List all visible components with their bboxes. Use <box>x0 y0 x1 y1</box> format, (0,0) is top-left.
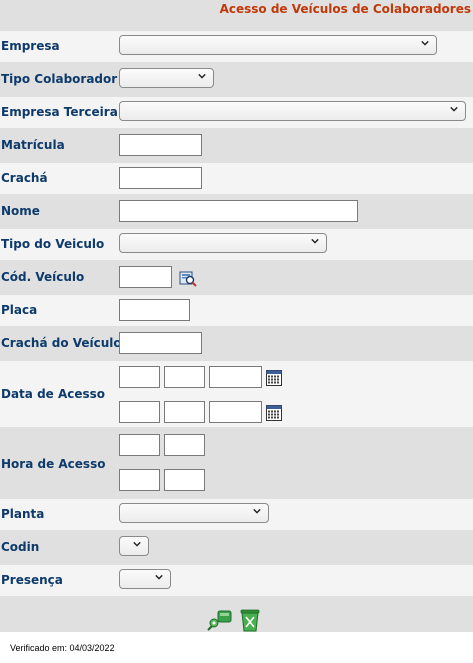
tipo-veiculo-select[interactable] <box>119 233 327 253</box>
hora-fim-hora-input[interactable] <box>119 469 160 491</box>
cod-veiculo-input[interactable] <box>119 266 172 288</box>
row-presenca: Presença <box>0 565 473 596</box>
chevron-down-icon <box>311 238 319 244</box>
hora-fim-minuto-input[interactable] <box>164 469 205 491</box>
row-tipo-colaborador: Tipo Colaborador <box>0 64 473 95</box>
calendar-icon[interactable] <box>266 370 282 386</box>
presenca-select[interactable] <box>119 569 171 589</box>
chevron-down-icon <box>450 106 458 112</box>
trash-icon[interactable] <box>238 608 262 632</box>
empresa-terceira-select[interactable] <box>119 101 466 121</box>
data-fim-ano-input[interactable] <box>209 401 262 423</box>
hora-inicio-hora-input[interactable] <box>119 434 160 456</box>
hora-acesso-label: Hora de Acesso <box>1 457 106 471</box>
tipo-colaborador-label: Tipo Colaborador <box>1 72 118 86</box>
row-nome: Nome <box>0 196 473 227</box>
verified-date-text: Verificado em: 04/03/2022 <box>10 643 115 653</box>
chevron-down-icon <box>421 40 429 46</box>
codin-label: Codin <box>1 540 40 554</box>
empresa-terceira-label: Empresa Terceira <box>1 105 118 119</box>
tipo-veiculo-label: Tipo do Veiculo <box>1 237 105 251</box>
planta-select[interactable] <box>119 503 269 523</box>
nome-input[interactable] <box>119 200 358 222</box>
row-empresa: Empresa <box>0 31 473 62</box>
placa-label: Placa <box>1 303 38 317</box>
cracha-input[interactable] <box>119 167 202 189</box>
row-empresa-terceira: Empresa Terceira <box>0 97 473 128</box>
chevron-down-icon <box>198 73 206 79</box>
page-title: Acesso de Veículos de Colaboradores <box>219 2 471 16</box>
row-cracha: Crachá <box>0 163 473 194</box>
planta-label: Planta <box>1 507 45 521</box>
matricula-input[interactable] <box>119 134 202 156</box>
placa-input[interactable] <box>119 299 190 321</box>
row-hora-acesso: Hora de Acesso <box>0 429 473 497</box>
data-inicio-dia-input[interactable] <box>119 366 160 388</box>
presenca-label: Presença <box>1 573 63 587</box>
cod-veiculo-label: Cód. Veículo <box>1 270 85 284</box>
matricula-label: Matrícula <box>1 138 65 152</box>
row-cracha-veiculo: Crachá do Veículo <box>0 328 473 359</box>
chevron-down-icon <box>133 541 141 547</box>
tipo-colaborador-select[interactable] <box>119 68 214 88</box>
confirm-icon[interactable] <box>206 609 233 631</box>
calendar-icon[interactable] <box>266 405 282 421</box>
cracha-label: Crachá <box>1 171 48 185</box>
row-planta: Planta <box>0 499 473 530</box>
data-inicio-mes-input[interactable] <box>164 366 205 388</box>
data-inicio-ano-input[interactable] <box>209 366 262 388</box>
row-placa: Placa <box>0 295 473 326</box>
codin-select[interactable] <box>119 536 149 556</box>
empresa-label: Empresa <box>1 39 60 53</box>
chevron-down-icon <box>253 508 261 514</box>
data-fim-dia-input[interactable] <box>119 401 160 423</box>
search-vehicle-icon[interactable] <box>179 270 197 287</box>
row-cod-veiculo: Cód. Veículo <box>0 262 473 293</box>
cracha-veiculo-input[interactable] <box>119 332 202 354</box>
row-codin: Codin <box>0 532 473 563</box>
data-fim-mes-input[interactable] <box>164 401 205 423</box>
cracha-veiculo-label: Crachá do Veículo <box>1 336 122 350</box>
nome-label: Nome <box>1 204 40 218</box>
empresa-select[interactable] <box>119 35 437 55</box>
data-acesso-label: Data de Acesso <box>1 387 106 401</box>
row-matricula: Matrícula <box>0 130 473 161</box>
hora-inicio-minuto-input[interactable] <box>164 434 205 456</box>
chevron-down-icon <box>155 574 163 580</box>
row-data-acesso: Data de Acesso <box>0 361 473 427</box>
row-tipo-veiculo: Tipo do Veiculo <box>0 229 473 260</box>
